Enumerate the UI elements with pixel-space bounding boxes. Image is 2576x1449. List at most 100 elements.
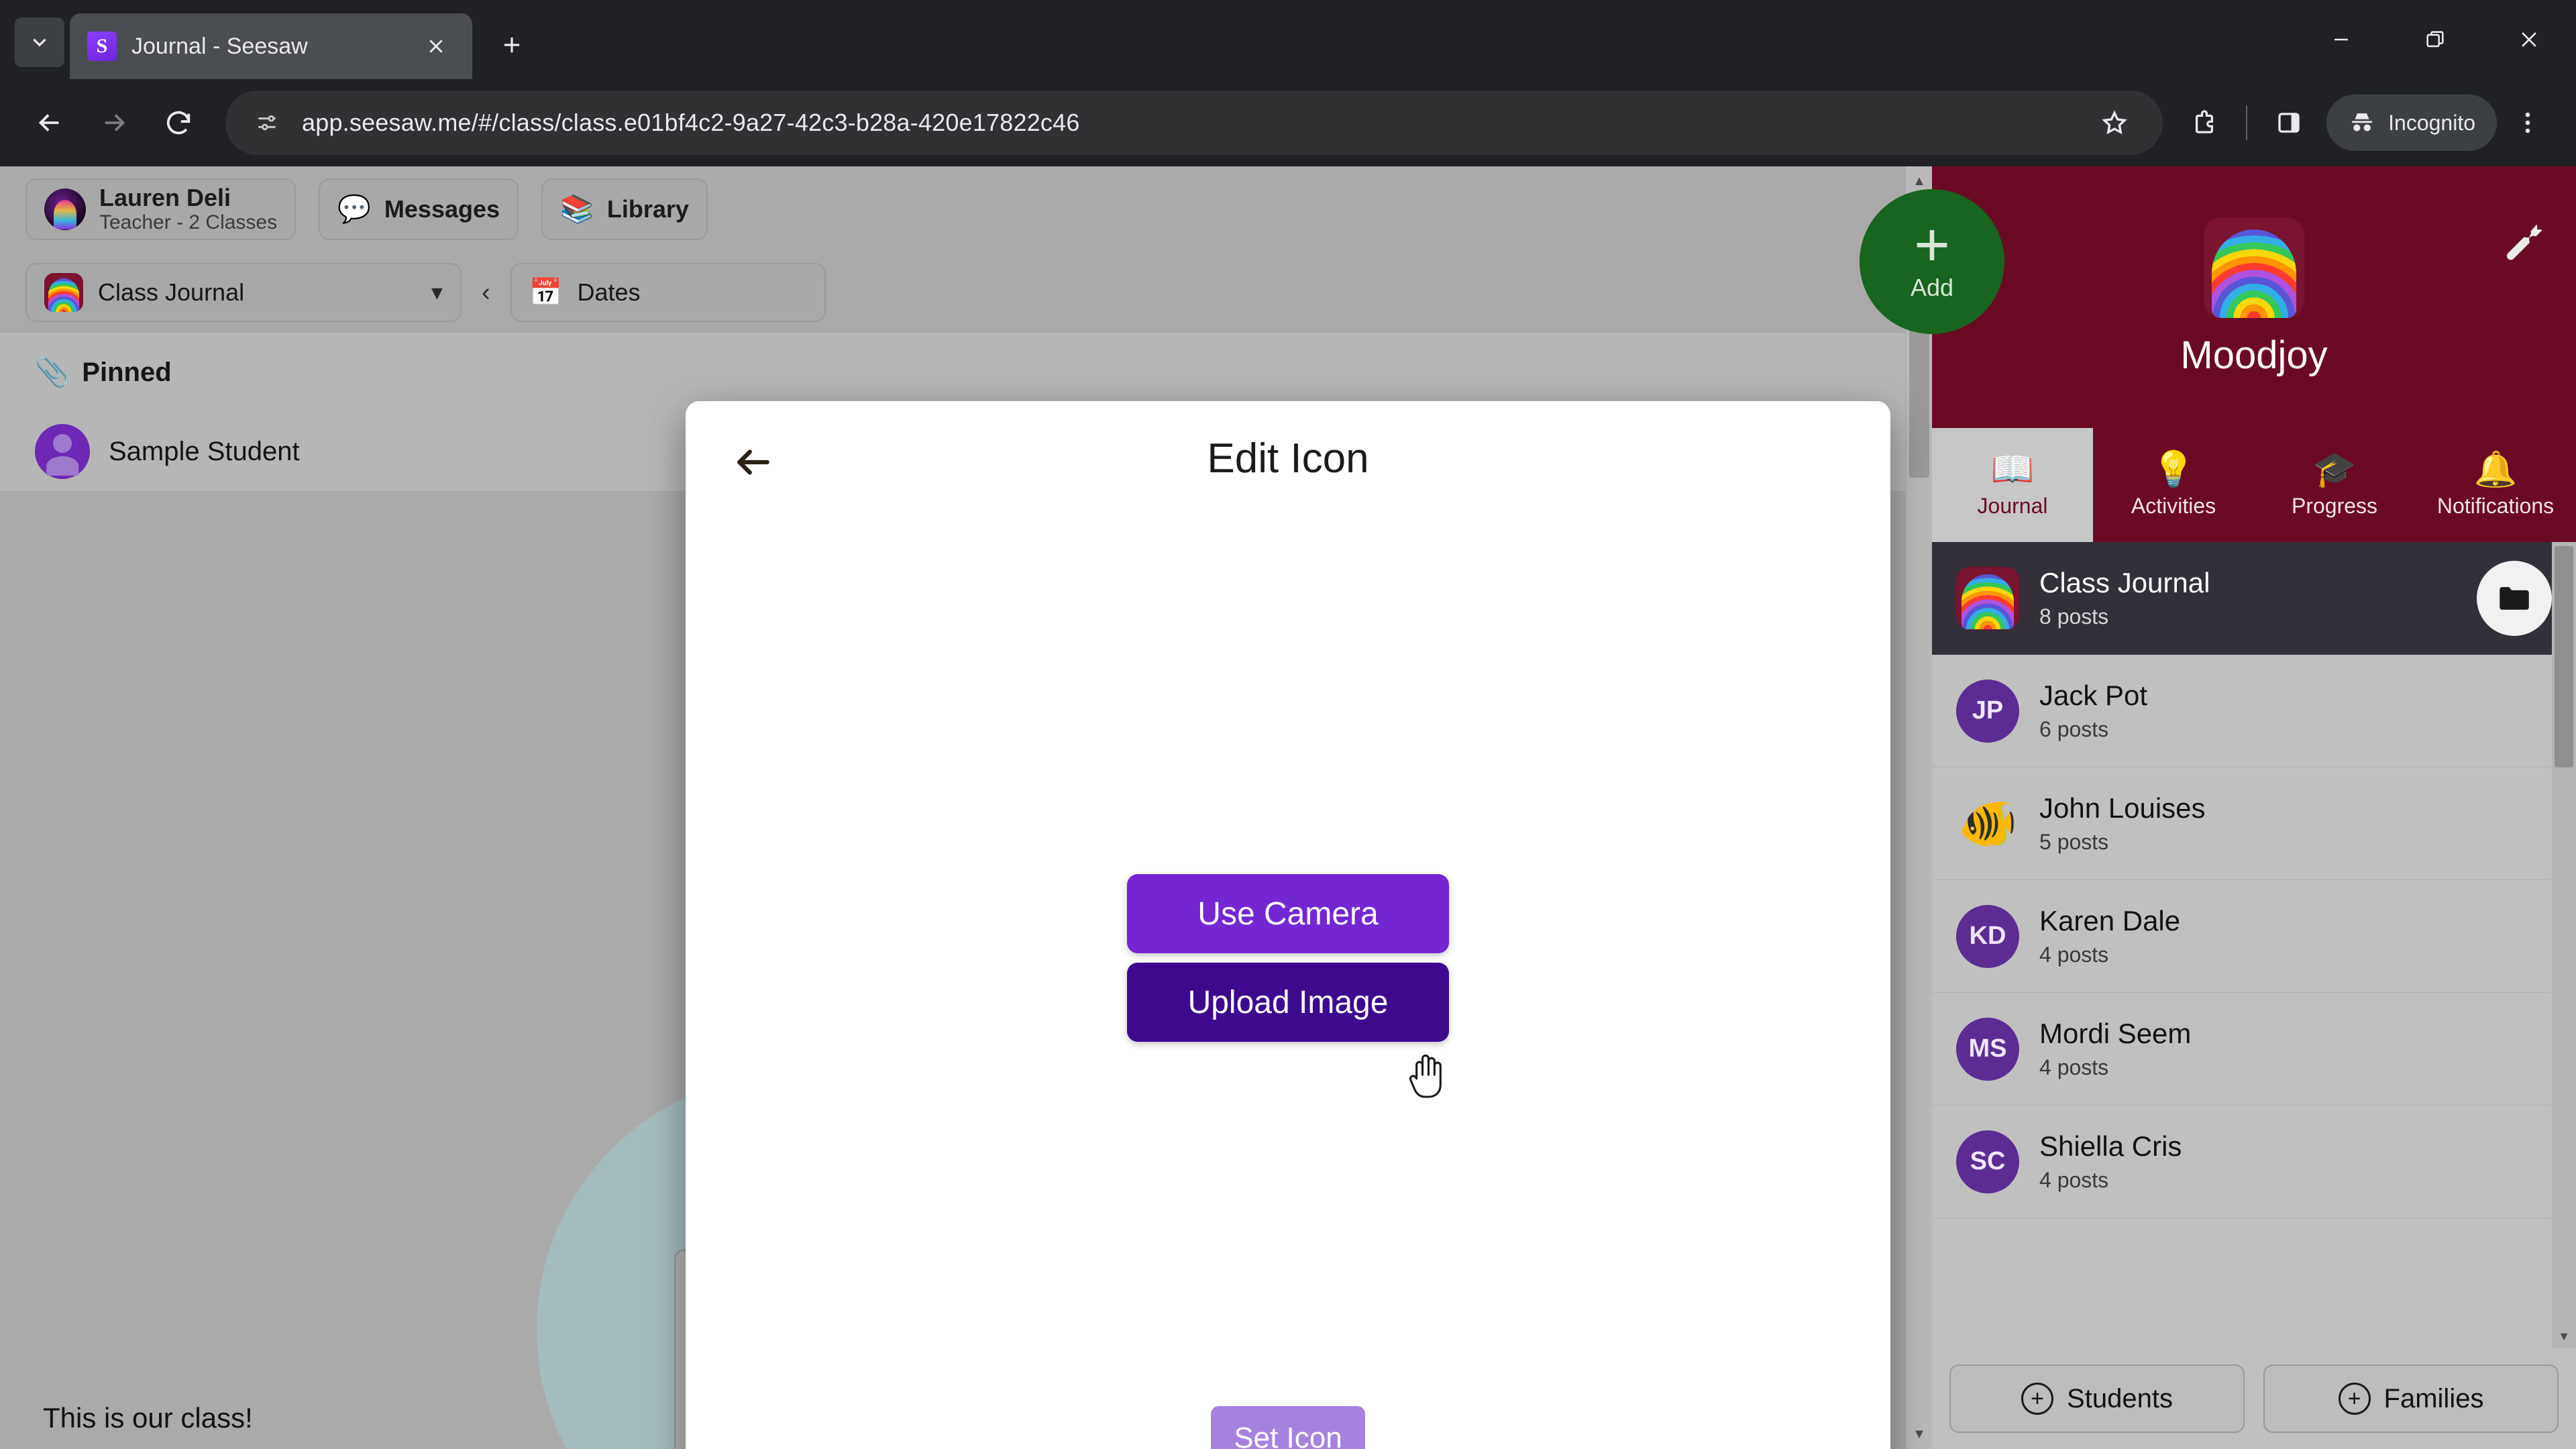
scroll-down-arrow-icon[interactable]: ▼ — [1906, 1421, 1932, 1448]
tab-activities[interactable]: 💡 Activities — [2093, 428, 2254, 542]
tab-journal[interactable]: 📖 Journal — [1932, 428, 2093, 542]
avatar: JP — [1956, 679, 2019, 743]
tab-search-button[interactable] — [15, 17, 64, 67]
close-window-button[interactable] — [2482, 0, 2576, 79]
incognito-indicator[interactable]: Incognito — [2326, 95, 2497, 151]
journal-selector[interactable]: Class Journal ▾ — [25, 263, 462, 322]
browser-tab[interactable]: S Journal - Seesaw — [70, 13, 472, 79]
list-item[interactable]: JP Jack Pot 6 posts — [1932, 655, 2576, 767]
account-role: Teacher - 2 Classes — [99, 211, 278, 234]
use-camera-button[interactable]: Use Camera — [1127, 874, 1449, 953]
tab-journal-label: Journal — [1977, 493, 2048, 518]
extensions-button[interactable] — [2174, 92, 2235, 154]
window-controls — [2294, 0, 2576, 79]
bell-icon: 🔔 — [2473, 449, 2518, 489]
edit-icon-dialog: Edit Icon Use Camera Upload Image Set Ic… — [686, 401, 1890, 1449]
messages-label: Messages — [384, 195, 500, 223]
list-item[interactable]: 🐠 John Louises 5 posts — [1932, 767, 2576, 880]
messages-button[interactable]: 💬 Messages — [319, 178, 519, 240]
sidebar-tabs: 📖 Journal 💡 Activities 🎓 Progress 🔔 Noti… — [1932, 428, 2576, 542]
maximize-window-button[interactable] — [2388, 0, 2482, 79]
browser-menu-button[interactable] — [2497, 92, 2559, 154]
bookmark-star-icon[interactable] — [2084, 92, 2145, 154]
sidebar-footer: + Students + Families — [1932, 1348, 2576, 1449]
address-bar[interactable]: app.seesaw.me/#/class/class.e01bf4c2-9a2… — [225, 91, 2163, 155]
dates-label: Dates — [577, 278, 641, 306]
tune-icon — [258, 115, 276, 131]
dialog-back-button[interactable] — [723, 432, 784, 492]
tab-progress[interactable]: 🎓 Progress — [2254, 428, 2415, 542]
lightbulb-icon: 💡 — [2151, 449, 2196, 489]
list-item-posts: 4 posts — [2039, 1055, 2109, 1079]
list-item-posts: 4 posts — [2039, 943, 2109, 967]
forward-arrow-icon — [105, 114, 125, 131]
post-caption: This is our class! — [43, 1402, 253, 1434]
avatar: SC — [1956, 1130, 2019, 1193]
add-families-label: Families — [2383, 1383, 2484, 1413]
tab-activities-label: Activities — [2131, 493, 2216, 518]
app-sub-bar: Class Journal ▾ ‹ 📅 Dates — [0, 252, 1932, 333]
list-item[interactable]: SC Shiella Cris 4 posts — [1932, 1106, 2576, 1218]
scrollbar-thumb[interactable] — [2555, 546, 2573, 767]
toolbar-divider — [2246, 105, 2248, 140]
close-icon — [2522, 32, 2536, 47]
library-button[interactable]: 📚 Library — [541, 178, 708, 240]
chat-bubbles-icon: 💬 — [337, 195, 371, 224]
extensions-icon — [2196, 110, 2214, 133]
class-sidebar: + Add Moodjoy 📖 Journal 💡 Activities 🎓 P… — [1860, 166, 2576, 1449]
list-item-posts: 4 posts — [2039, 1168, 2109, 1192]
close-icon — [429, 40, 443, 53]
rainbow-bear-icon — [44, 273, 83, 312]
dialog-title: Edit Icon — [1207, 435, 1369, 482]
list-item-name: Class Journal — [2039, 567, 2210, 598]
add-button-label: Add — [1910, 273, 1954, 301]
forward-button[interactable] — [82, 91, 146, 155]
add-students-button[interactable]: + Students — [1949, 1364, 2245, 1433]
omnibox-actions — [2084, 92, 2145, 154]
sidebar-scrollbar[interactable]: ▲ ▼ — [2552, 542, 2576, 1348]
add-button[interactable]: + Add — [1860, 189, 2004, 334]
class-name: Moodjoy — [2180, 333, 2328, 377]
page-scrollbar[interactable]: ▲ ▼ — [1905, 166, 1932, 1449]
avatar: 🐠 — [1957, 797, 2018, 851]
reload-icon — [166, 111, 191, 135]
back-button[interactable] — [17, 91, 82, 155]
dialog-header: Edit Icon — [686, 401, 1890, 515]
dates-filter-button[interactable]: 📅 Dates — [510, 263, 826, 322]
minimize-window-button[interactable] — [2294, 0, 2388, 79]
tab-strip: S Journal - Seesaw — [0, 0, 2576, 79]
scroll-down-arrow-icon[interactable]: ▼ — [2552, 1324, 2576, 1348]
tab-title: Journal - Seesaw — [131, 33, 308, 59]
list-item[interactable]: Class Journal 8 posts — [1932, 542, 2576, 655]
reload-button[interactable] — [146, 91, 211, 155]
dialog-body: Use Camera Upload Image — [686, 515, 1890, 1401]
account-chip[interactable]: Lauren Deli Teacher - 2 Classes — [25, 178, 297, 240]
app-top-bar: Lauren Deli Teacher - 2 Classes 💬 Messag… — [0, 166, 1932, 252]
plus-icon: + — [1914, 211, 1950, 280]
avatar — [44, 189, 86, 230]
side-panel-button[interactable] — [2258, 92, 2320, 154]
dialog-footer: Set Icon — [686, 1401, 1890, 1449]
seesaw-favicon: S — [87, 32, 117, 61]
url-text: app.seesaw.me/#/class/class.e01bf4c2-9a2… — [302, 109, 1080, 136]
list-item[interactable]: MS Mordi Seem 4 posts — [1932, 993, 2576, 1106]
class-settings-button[interactable] — [2497, 215, 2546, 268]
tab-close-button[interactable] — [417, 28, 455, 65]
web-page: Lauren Deli Teacher - 2 Classes 💬 Messag… — [0, 166, 2576, 1449]
chevron-down-icon: ▾ — [431, 280, 443, 305]
browser-toolbar: app.seesaw.me/#/class/class.e01bf4c2-9a2… — [0, 79, 2576, 166]
upload-image-button[interactable]: Upload Image — [1127, 963, 1449, 1042]
tab-notifications[interactable]: 🔔 Notifications — [2415, 428, 2576, 542]
avatar: MS — [1956, 1017, 2019, 1081]
add-families-button[interactable]: + Families — [2263, 1364, 2559, 1433]
new-tab-button[interactable] — [487, 20, 537, 70]
folder-icon[interactable] — [2477, 560, 2552, 636]
student-list: Class Journal 8 posts JP Jack Pot 6 post… — [1932, 542, 2576, 1348]
prev-date-button[interactable]: ‹ — [478, 278, 494, 307]
set-icon-button[interactable]: Set Icon — [1211, 1406, 1365, 1449]
add-students-label: Students — [2067, 1383, 2173, 1413]
journal-selector-value: Class Journal — [98, 278, 245, 306]
site-settings-icon[interactable] — [243, 99, 291, 147]
chevron-down-icon — [33, 38, 46, 47]
list-item[interactable]: KD Karen Dale 4 posts — [1932, 880, 2576, 993]
